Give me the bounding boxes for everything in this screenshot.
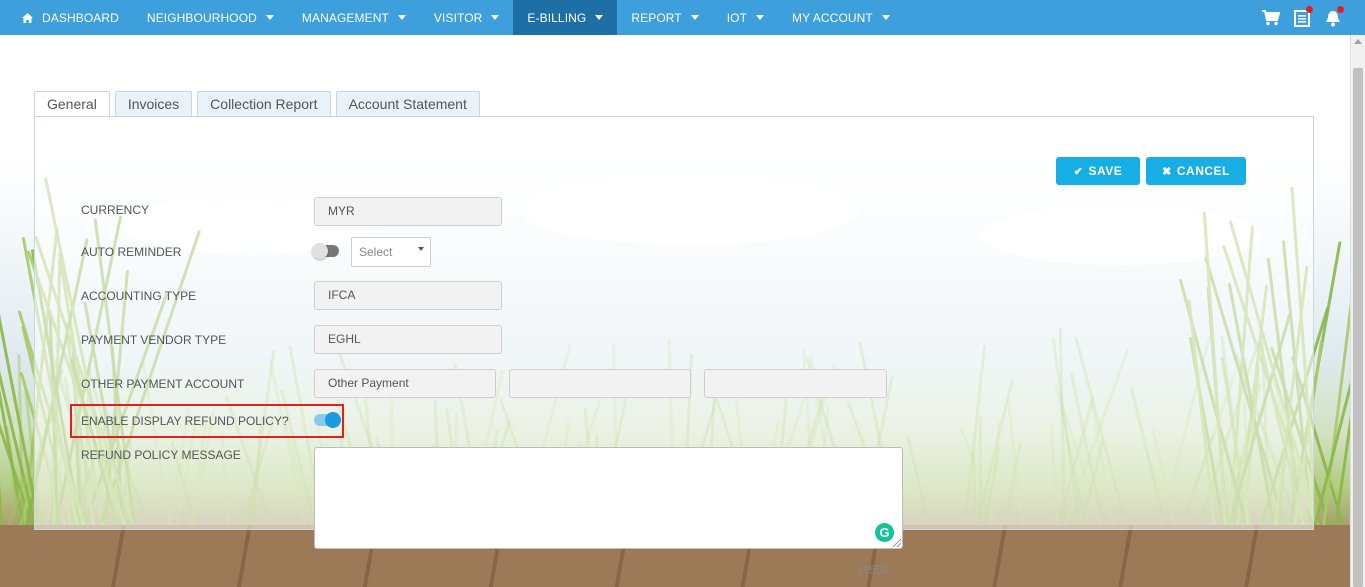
tab-account-statement[interactable]: Account Statement: [335, 91, 480, 116]
chevron-down-icon: [756, 15, 765, 20]
toggle-knob: [325, 412, 341, 428]
chevron-down-icon: [881, 15, 890, 20]
nav-my-account-label: MY ACCOUNT: [792, 10, 873, 25]
cancel-button-label: CANCEL: [1176, 164, 1230, 178]
document-list-icon[interactable]: [1292, 5, 1313, 28]
notification-bell-icon[interactable]: [1323, 5, 1344, 28]
cancel-button[interactable]: ✖ CANCEL: [1146, 157, 1246, 185]
chevron-down-icon: [397, 15, 406, 20]
nav-neighbourhood[interactable]: NEIGHBOURHOOD: [133, 0, 288, 35]
home-icon: [22, 12, 33, 23]
other-payment-account-label: OTHER PAYMENT ACCOUNT: [81, 377, 245, 391]
nav-visitor[interactable]: VISITOR: [420, 0, 514, 35]
nav-iot-label: IOT: [726, 10, 748, 25]
nav-management[interactable]: MANAGEMENT: [288, 0, 420, 35]
close-icon: ✖: [1162, 165, 1172, 178]
notification-badge: [1337, 5, 1344, 13]
nav-e-billing-label: E-BILLING: [527, 10, 587, 25]
chevron-down-icon: [690, 15, 699, 20]
auto-reminder-select-value: Select: [359, 245, 393, 259]
nav-neighbourhood-label: NEIGHBOURHOOD: [146, 10, 257, 25]
grammarly-icon[interactable]: G: [875, 523, 894, 542]
other-payment-account-field-2[interactable]: [509, 369, 691, 398]
auto-reminder-toggle[interactable]: [312, 243, 339, 259]
top-navbar: DASHBOARD NEIGHBOURHOOD MANAGEMENT VISIT…: [0, 0, 1365, 35]
chevron-down-icon: [595, 15, 604, 20]
enable-display-refund-policy-toggle[interactable]: [314, 412, 341, 428]
save-button-label: SAVE: [1088, 164, 1123, 178]
nav-management-label: MANAGEMENT: [301, 10, 389, 25]
payment-vendor-type-field[interactable]: EGHL: [314, 325, 502, 354]
cart-icon[interactable]: [1261, 8, 1281, 28]
notification-badge: [1306, 5, 1313, 13]
page-scrollbar[interactable]: [1350, 35, 1365, 587]
tab-collection-report[interactable]: Collection Report: [197, 91, 331, 116]
tab-general[interactable]: General: [34, 91, 110, 118]
nav-e-billing[interactable]: E-BILLING: [513, 0, 618, 35]
payment-vendor-type-label: PAYMENT VENDOR TYPE: [81, 333, 227, 347]
character-counter: 0/500: [859, 563, 890, 577]
nav-my-account[interactable]: MY ACCOUNT: [778, 0, 904, 35]
auto-reminder-select[interactable]: Select: [351, 237, 431, 267]
navbar-right-icons: [1261, 0, 1344, 35]
chevron-down-icon: [265, 15, 274, 20]
other-payment-account-field-3[interactable]: [704, 369, 887, 398]
nav-dashboard[interactable]: DASHBOARD: [0, 0, 133, 35]
accounting-type-label: ACCOUNTING TYPE: [81, 289, 197, 303]
tab-invoices[interactable]: Invoices: [114, 91, 193, 116]
nav-report-label: REPORT: [631, 10, 682, 25]
other-payment-account-field-1[interactable]: Other Payment: [314, 369, 496, 398]
nav-dashboard-label: DASHBOARD: [42, 10, 119, 25]
nav-iot[interactable]: IOT: [713, 0, 778, 35]
scroll-up-arrow-icon[interactable]: [1354, 39, 1362, 44]
chevron-down-icon: [418, 247, 424, 251]
refund-policy-message-label: REFUND POLICY MESSAGE: [81, 448, 241, 462]
check-icon: ✔: [1073, 165, 1084, 178]
enable-display-refund-policy-label: ENABLE DISPLAY REFUND POLICY?: [81, 414, 289, 428]
refund-policy-message-textarea[interactable]: [314, 447, 903, 549]
toggle-knob: [312, 243, 328, 259]
scrollbar-thumb[interactable]: [1353, 68, 1363, 587]
nav-visitor-label: VISITOR: [433, 10, 483, 25]
currency-label: CURRENCY: [81, 203, 150, 217]
nav-report[interactable]: REPORT: [617, 0, 712, 35]
save-button[interactable]: ✔ SAVE: [1056, 157, 1140, 185]
currency-field[interactable]: MYR: [314, 197, 502, 226]
accounting-type-field[interactable]: IFCA: [314, 281, 502, 310]
resize-handle-icon[interactable]: [893, 539, 901, 547]
settings-tabs: General Invoices Collection Report Accou…: [34, 91, 480, 118]
chevron-down-icon: [491, 15, 500, 20]
auto-reminder-label: AUTO REMINDER: [81, 245, 182, 259]
